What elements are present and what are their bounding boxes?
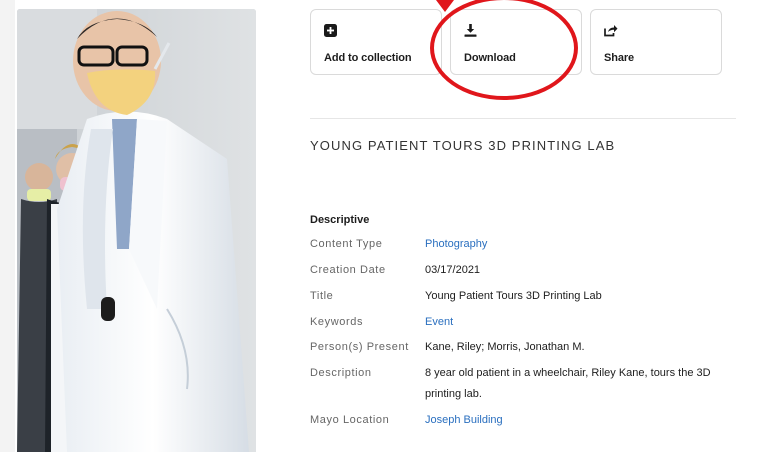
meta-value: 8 year old patient in a wheelchair, Rile… — [425, 367, 711, 400]
location-link[interactable]: Joseph Building — [425, 414, 503, 426]
share-label: Share — [604, 52, 635, 64]
meta-key: Creation Date — [310, 264, 386, 276]
meta-key: Description — [310, 367, 372, 379]
meta-key: Title — [310, 290, 334, 302]
photo-illustration — [17, 9, 256, 452]
meta-value: Kane, Riley; Morris, Jonathan M. — [425, 341, 585, 353]
plus-square-icon — [324, 24, 338, 38]
download-icon — [464, 24, 478, 38]
keyword-link[interactable]: Event — [425, 316, 453, 328]
section-heading-descriptive: Descriptive — [310, 214, 370, 226]
meta-value: Young Patient Tours 3D Printing Lab — [425, 290, 602, 302]
meta-value-link[interactable]: Photography — [425, 236, 725, 252]
add-to-collection-button[interactable]: Add to collection — [310, 9, 442, 75]
divider — [310, 118, 736, 119]
meta-value: 03/17/2021 — [425, 264, 481, 276]
share-icon — [604, 24, 618, 38]
meta-value-link[interactable]: Joseph Building — [425, 412, 725, 428]
share-button[interactable]: Share — [590, 9, 722, 75]
meta-key: Content Type — [310, 238, 383, 250]
meta-key: Person(s) Present — [310, 341, 409, 353]
meta-key: Keywords — [310, 316, 364, 328]
meta-key: Mayo Location — [310, 414, 390, 426]
meta-value-link[interactable]: Event — [425, 314, 725, 330]
download-button[interactable]: Download — [450, 9, 582, 75]
add-to-collection-label: Add to collection — [324, 52, 412, 64]
content-type-link[interactable]: Photography — [425, 238, 487, 250]
asset-title: YOUNG PATIENT TOURS 3D PRINTING LAB — [310, 138, 616, 153]
asset-actions: Add to collection Download Share — [310, 9, 723, 77]
left-gutter — [0, 0, 15, 452]
download-label: Download — [464, 52, 516, 64]
asset-photo[interactable] — [17, 9, 256, 452]
